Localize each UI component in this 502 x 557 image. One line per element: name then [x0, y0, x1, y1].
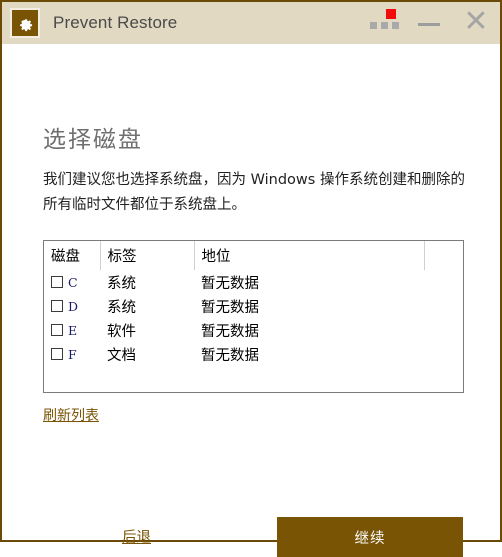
refresh-list-link[interactable]: 刷新列表 [43, 405, 99, 425]
table-body: C 系统 暂无数据 D 系统 暂无数据 E 软件 暂无数据 F 文档 暂无数据 [44, 270, 463, 366]
cell-status: 暂无数据 [201, 299, 259, 316]
cell-disk: E [44, 318, 100, 342]
app-window: Prevent Restore ✕ 选择磁盘 我们建议您也选择系统盘，因为 Wi… [0, 0, 502, 557]
table-row[interactable]: F 文档 暂无数据 [44, 342, 463, 366]
disk-checkbox[interactable] [51, 324, 63, 336]
content-area: 选择磁盘 我们建议您也选择系统盘，因为 Windows 操作系统创建和删除的所有… [2, 44, 500, 557]
column-header-label[interactable]: 标签 [99, 241, 194, 270]
table-row[interactable]: C 系统 暂无数据 [44, 270, 463, 294]
table-row[interactable]: D 系统 暂无数据 [44, 294, 463, 318]
continue-button[interactable]: 继续 [277, 517, 463, 557]
cell-label: 系统 [107, 299, 136, 316]
disk-checkbox[interactable] [51, 348, 63, 360]
cell-extra [424, 294, 463, 318]
cell-disk: D [44, 294, 100, 318]
more-options-button[interactable] [362, 2, 406, 44]
column-header-extra[interactable] [423, 241, 463, 270]
cell-extra [424, 270, 463, 294]
drive-letter: F [68, 346, 77, 362]
cell-disk: C [44, 270, 100, 294]
page-title: 选择磁盘 [43, 127, 143, 153]
notification-badge-icon [386, 9, 396, 19]
cell-extra [424, 342, 463, 366]
column-header-disk[interactable]: 磁盘 [44, 241, 100, 270]
column-header-status[interactable]: 地位 [193, 241, 424, 270]
close-button[interactable]: ✕ [452, 2, 500, 44]
drive-letter: C [68, 274, 78, 290]
disk-checkbox[interactable] [51, 300, 63, 312]
dot-icon [369, 21, 377, 29]
cell-label: 文档 [107, 347, 136, 364]
table-row[interactable]: E 软件 暂无数据 [44, 318, 463, 342]
cell-extra [424, 318, 463, 342]
cell-label: 系统 [107, 275, 136, 292]
minimize-button[interactable] [406, 2, 452, 44]
cell-disk: F [44, 342, 100, 366]
drive-letter: D [68, 298, 79, 314]
table-header-row: 磁盘 标签 地位 [44, 241, 463, 270]
title-bar: Prevent Restore ✕ [2, 2, 500, 44]
cell-status: 暂无数据 [201, 323, 259, 340]
disk-table: 磁盘 标签 地位 C 系统 暂无数据 D 系统 暂无数据 E 软件 暂无数据 F 文档 暂无数据 [43, 240, 464, 393]
back-link[interactable]: 后退 [122, 526, 151, 547]
app-title: Prevent Restore [53, 13, 178, 32]
window-controls: ✕ [362, 2, 500, 44]
page-description: 我们建议您也选择系统盘，因为 Windows 操作系统创建和删除的所有临时文件都… [43, 172, 465, 213]
cell-label: 软件 [107, 323, 136, 340]
minimize-icon [418, 23, 440, 26]
cell-status: 暂无数据 [201, 275, 259, 292]
disk-checkbox[interactable] [51, 276, 63, 288]
app-gear-icon [10, 8, 40, 38]
drive-letter: E [68, 322, 78, 338]
cell-status: 暂无数据 [201, 347, 259, 364]
dot-icon [380, 21, 388, 29]
dot-icon [391, 21, 399, 29]
